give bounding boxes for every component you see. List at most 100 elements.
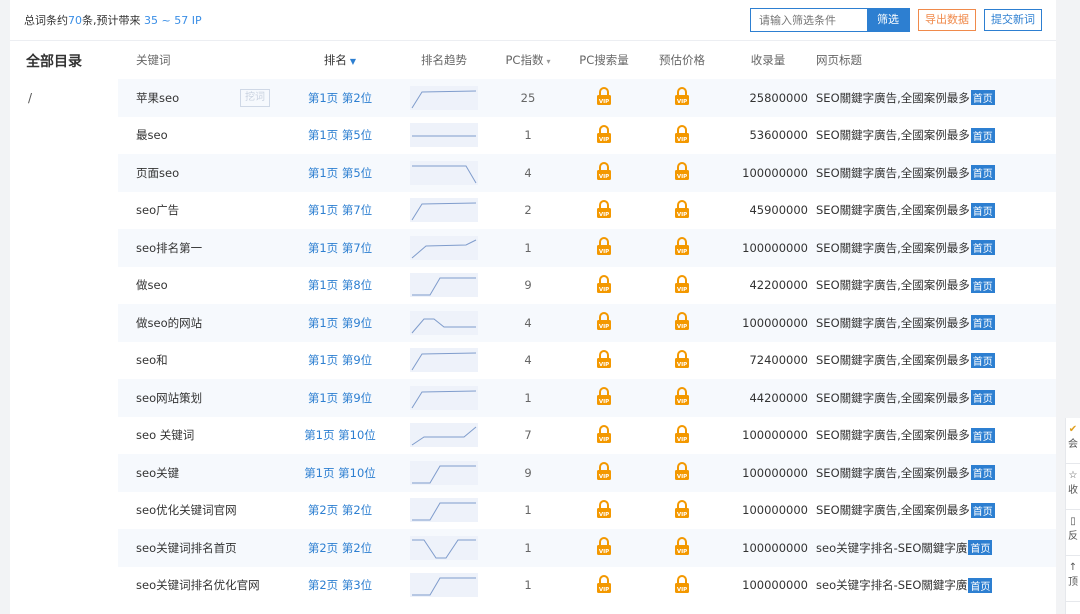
vip-lock-icon[interactable]: VIP [674,274,690,293]
header-rank[interactable]: 排名 ▼ [284,52,396,68]
pc-index-cell: 9 [524,278,532,293]
header-indexed: 收录量 [750,53,786,67]
keyword-text: seo排名第一 [136,240,203,255]
table-row: seo优化关键词官网 第2页 第2位 1 VIP VIP 100000000 SEO關鍵字廣… [118,492,1056,530]
vip-lock-icon[interactable]: VIP [674,162,690,181]
vip-lock-icon[interactable]: VIP [596,424,612,443]
rank-link[interactable]: 第2页 第2位 [284,502,396,518]
summary-prefix: 总词条约 [24,14,68,27]
vip-lock-icon[interactable]: VIP [596,499,612,518]
table-row: seo关键 第1页 第10位 9 VIP VIP 100000000 SEO關鍵字廣告,全國… [118,454,1056,492]
rank-link[interactable]: 第1页 第10位 [284,427,396,443]
vip-lock-icon[interactable]: VIP [674,424,690,443]
keyword-cell: 页面seo [118,165,284,181]
vip-lock-icon[interactable]: VIP [674,499,690,518]
summary-count: 70 [68,13,82,27]
home-badge: 首页 [970,202,995,218]
crown-icon: ✔ [1068,424,1078,435]
keyword-cell: seo关键词排名优化官网 [118,577,284,593]
rank-link[interactable]: 第1页 第10位 [284,465,396,481]
vip-lock-icon[interactable]: VIP [596,312,612,331]
trend-sparkline [410,123,478,148]
sort-caret-icon[interactable]: ▾ [546,57,550,66]
home-badge: 首页 [970,90,995,106]
pc-search-cell: VIP [564,499,644,521]
svg-text:VIP: VIP [599,474,609,480]
price-cell: VIP [644,124,720,146]
vip-lock-icon[interactable]: VIP [674,349,690,368]
price-cell: VIP [644,237,720,258]
table-row: seo广告 第1页 第7位 2 VIP VIP 45900000 SEO關鍵字廣告,全國案例… [118,192,1056,230]
rank-link[interactable]: 第2页 第3位 [284,577,396,593]
pc-search-cell: VIP [564,537,644,558]
rank-link[interactable]: 第1页 第5位 [284,165,396,181]
sort-down-icon[interactable]: ▼ [350,57,356,66]
vip-lock-icon[interactable]: VIP [596,387,612,406]
rank-link[interactable]: 第1页 第9位 [284,390,396,406]
vip-lock-icon[interactable]: VIP [674,387,690,406]
mine-tag[interactable]: 挖词 [240,88,270,107]
page-title-text: seo关键字排名-SEO關鍵字廣 [816,578,968,593]
rank-link[interactable]: 第1页 第5位 [284,127,396,143]
filter-input[interactable] [751,9,867,31]
home-badge: 首页 [968,540,993,556]
rank-link[interactable]: 第1页 第2位 [284,90,396,106]
price-cell: VIP [644,462,720,483]
vip-lock-icon[interactable]: VIP [596,124,612,143]
side-item-member[interactable]: ✔ 会 [1066,418,1080,464]
vip-lock-icon[interactable]: VIP [674,537,690,556]
vip-lock-icon[interactable]: VIP [596,537,612,556]
keyword-text: 做seo [136,278,168,293]
vip-lock-icon[interactable]: VIP [674,237,690,256]
star-icon: ☆ [1068,470,1078,481]
vip-lock-icon[interactable]: VIP [674,87,690,106]
vip-lock-icon[interactable]: VIP [596,274,612,293]
home-badge: 首页 [970,165,995,181]
vip-lock-icon[interactable]: VIP [596,462,612,481]
svg-text:VIP: VIP [599,587,609,593]
page-title-text: SEO關鍵字廣告,全國案例最多 [816,90,970,105]
vip-lock-icon[interactable]: VIP [596,87,612,106]
rank-link[interactable]: 第1页 第9位 [284,315,396,331]
vip-lock-icon[interactable]: VIP [596,349,612,368]
keyword-cell: seo和 [118,352,284,368]
pc-index-cell: 1 [524,503,532,518]
keyword-text: seo优化关键词官网 [136,503,237,518]
submit-keyword-button[interactable]: 提交新词 [984,9,1042,31]
vip-lock-icon[interactable]: VIP [674,574,690,593]
table-row: 做seo 第1页 第8位 9 VIP VIP 42200000 SEO關鍵字廣告,全國案例最… [118,267,1056,305]
table-row: seo排名第一 第1页 第7位 1 VIP VIP 100000000 SEO關鍵字廣告,全… [118,229,1056,267]
price-cell: VIP [644,499,720,521]
table-row: 做seo的网站 第1页 第9位 4 VIP VIP 100000000 SEO關鍵字廣告,全… [118,304,1056,342]
rank-link[interactable]: 第1页 第7位 [284,202,396,218]
rank-link[interactable]: 第1页 第8位 [284,277,396,293]
trend-line [411,90,477,109]
vip-lock-icon[interactable]: VIP [596,162,612,181]
vip-lock-icon[interactable]: VIP [596,574,612,593]
pc-index-cell: 1 [524,240,532,255]
export-button[interactable]: 导出数据 [918,9,976,31]
trend-cell [396,310,492,335]
header-pc-index[interactable]: PC指数 ▾ [492,52,564,68]
vip-lock-icon[interactable]: VIP [674,124,690,143]
vip-lock-icon[interactable]: VIP [596,199,612,218]
vip-lock-icon[interactable]: VIP [674,462,690,481]
directory-root-item[interactable]: / [10,71,118,105]
vip-lock-icon[interactable]: VIP [596,237,612,256]
side-item-feedback[interactable]: ▯ 反 [1066,510,1080,556]
price-cell: VIP [644,424,720,446]
filter-button[interactable]: 筛选 [867,9,909,31]
rank-link[interactable]: 第1页 第9位 [284,352,396,368]
vip-lock-icon[interactable]: VIP [674,199,690,218]
page-title-text: SEO關鍵字廣告,全國案例最多 [816,278,970,293]
side-item-favorite[interactable]: ☆ 收 [1066,464,1080,510]
filter-group: 筛选 [750,8,910,32]
keyword-text: seo关键词排名首页 [136,540,237,555]
vip-lock-icon[interactable]: VIP [674,312,690,331]
page-title-text: SEO關鍵字廣告,全國案例最多 [816,315,970,330]
rank-link[interactable]: 第1页 第7位 [284,240,396,256]
side-item-top[interactable]: ↑ 顶 [1066,556,1080,602]
rank-link[interactable]: 第2页 第2位 [284,540,396,556]
svg-text:VIP: VIP [677,549,687,555]
header-trend: 排名趋势 [421,53,467,67]
